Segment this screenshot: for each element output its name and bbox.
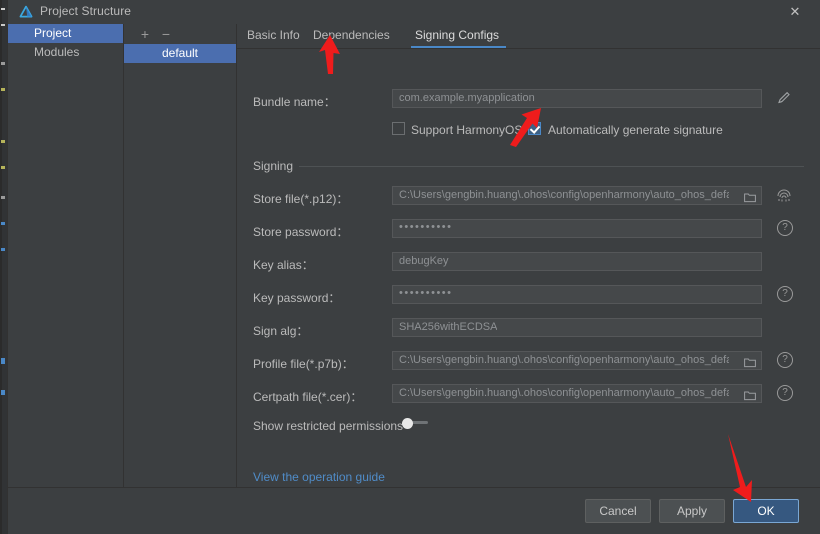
ide-marker (1, 358, 5, 364)
sign-alg-label: Sign alg： (253, 322, 308, 339)
config-item-label: default (162, 46, 198, 60)
store-file-input[interactable]: C:\Users\gengbin.huang\.ohos\config\open… (392, 186, 762, 205)
auto-generate-signature-label: Automatically generate signature (548, 123, 723, 137)
project-structure-dialog: Project Structure ✕ Project Modules + − … (7, 0, 820, 534)
folder-icon[interactable] (744, 355, 756, 366)
dialog-sidebar: Project Modules (8, 24, 124, 487)
fingerprint-icon[interactable] (776, 187, 792, 203)
store-file-label: Store file(*.p12)： (253, 190, 348, 207)
store-file-value: C:\Users\gengbin.huang\.ohos\config\open… (399, 189, 729, 201)
help-icon[interactable]: ? (777, 352, 793, 368)
store-password-input[interactable]: •••••••••• (392, 219, 762, 238)
active-tab-underline (411, 46, 506, 48)
show-restricted-permissions-toggle[interactable] (402, 418, 428, 427)
ide-marker (1, 248, 5, 251)
annotation-arrow-ok-button (726, 432, 760, 504)
apply-button[interactable]: Apply (659, 499, 725, 523)
show-restricted-permissions-label: Show restricted permissions (253, 419, 403, 433)
tab-basic-info[interactable]: Basic Info (243, 26, 304, 46)
deveco-logo-icon (19, 5, 33, 19)
screen: Project Structure ✕ Project Modules + − … (0, 0, 820, 534)
bundle-name-label: Bundle name： (253, 93, 336, 110)
sign-alg-input[interactable]: SHA256withECDSA (392, 318, 762, 337)
bundle-name-input[interactable]: com.example.myapplication (392, 89, 762, 108)
folder-icon[interactable] (744, 388, 756, 399)
operation-guide-link[interactable]: View the operation guide (253, 470, 385, 484)
sidebar-item-label: Modules (34, 45, 79, 59)
list-item-default[interactable]: default (124, 44, 236, 63)
key-alias-value: debugKey (399, 255, 449, 267)
configs-toolbar: + − (124, 24, 236, 44)
signing-group-divider (299, 166, 804, 167)
certpath-file-input[interactable]: C:\Users\gengbin.huang\.ohos\config\open… (392, 384, 762, 403)
certpath-file-value: C:\Users\gengbin.huang\.ohos\config\open… (399, 387, 729, 399)
support-harmonyos-label: Support HarmonyOS (411, 123, 522, 137)
close-icon[interactable]: ✕ (775, 0, 815, 24)
support-harmonyos-checkbox[interactable] (392, 122, 405, 135)
ide-background-strip (0, 0, 7, 534)
main-panel: Basic Info Dependencies Signing Configs … (237, 24, 820, 487)
store-password-label: Store password： (253, 223, 348, 240)
key-alias-label: Key alias： (253, 256, 314, 273)
ide-marker (1, 390, 5, 395)
toggle-knob (402, 418, 413, 429)
add-config-icon[interactable]: + (137, 26, 153, 42)
folder-icon[interactable] (744, 190, 756, 201)
profile-file-input[interactable]: C:\Users\gengbin.huang\.ohos\config\open… (392, 351, 762, 370)
pencil-icon[interactable] (776, 90, 792, 106)
bundle-name-value: com.example.myapplication (399, 92, 535, 104)
sidebar-item-label: Project (34, 26, 71, 40)
annotation-arrow-signing-tab (311, 34, 351, 76)
certpath-file-label: Certpath file(*.cer)： (253, 388, 362, 405)
help-icon[interactable]: ? (777, 286, 793, 302)
ide-marker (1, 222, 5, 225)
tab-signing-configs[interactable]: Signing Configs (411, 26, 503, 46)
ide-marker (1, 88, 5, 91)
sign-alg-value: SHA256withECDSA (399, 321, 497, 333)
ide-marker (1, 196, 5, 199)
sidebar-item-modules[interactable]: Modules (8, 43, 123, 62)
key-password-value: •••••••••• (399, 287, 453, 299)
ide-marker (1, 166, 5, 169)
sidebar-item-project[interactable]: Project (8, 24, 123, 43)
signing-group-label: Signing (253, 159, 293, 173)
key-password-label: Key password： (253, 289, 340, 306)
help-icon[interactable]: ? (777, 385, 793, 401)
dialog-title: Project Structure (40, 4, 131, 18)
ide-marker (1, 24, 5, 26)
ide-marker (1, 140, 5, 143)
ide-marker (1, 8, 5, 10)
store-password-value: •••••••••• (399, 221, 453, 233)
profile-file-label: Profile file(*.p7b)： (253, 355, 354, 372)
dialog-footer: Cancel Apply OK (8, 487, 820, 534)
ide-marker (1, 62, 5, 65)
key-password-input[interactable]: •••••••••• (392, 285, 762, 304)
dialog-titlebar: Project Structure ✕ (8, 0, 820, 25)
help-icon[interactable]: ? (777, 220, 793, 236)
signing-configs-list-panel: + − default (124, 24, 237, 487)
profile-file-value: C:\Users\gengbin.huang\.ohos\config\open… (399, 354, 729, 366)
ide-gutter (0, 0, 2, 534)
remove-config-icon[interactable]: − (158, 26, 174, 42)
key-alias-input[interactable]: debugKey (392, 252, 762, 271)
cancel-button[interactable]: Cancel (585, 499, 651, 523)
annotation-arrow-auto-signature-checkbox (508, 104, 550, 148)
